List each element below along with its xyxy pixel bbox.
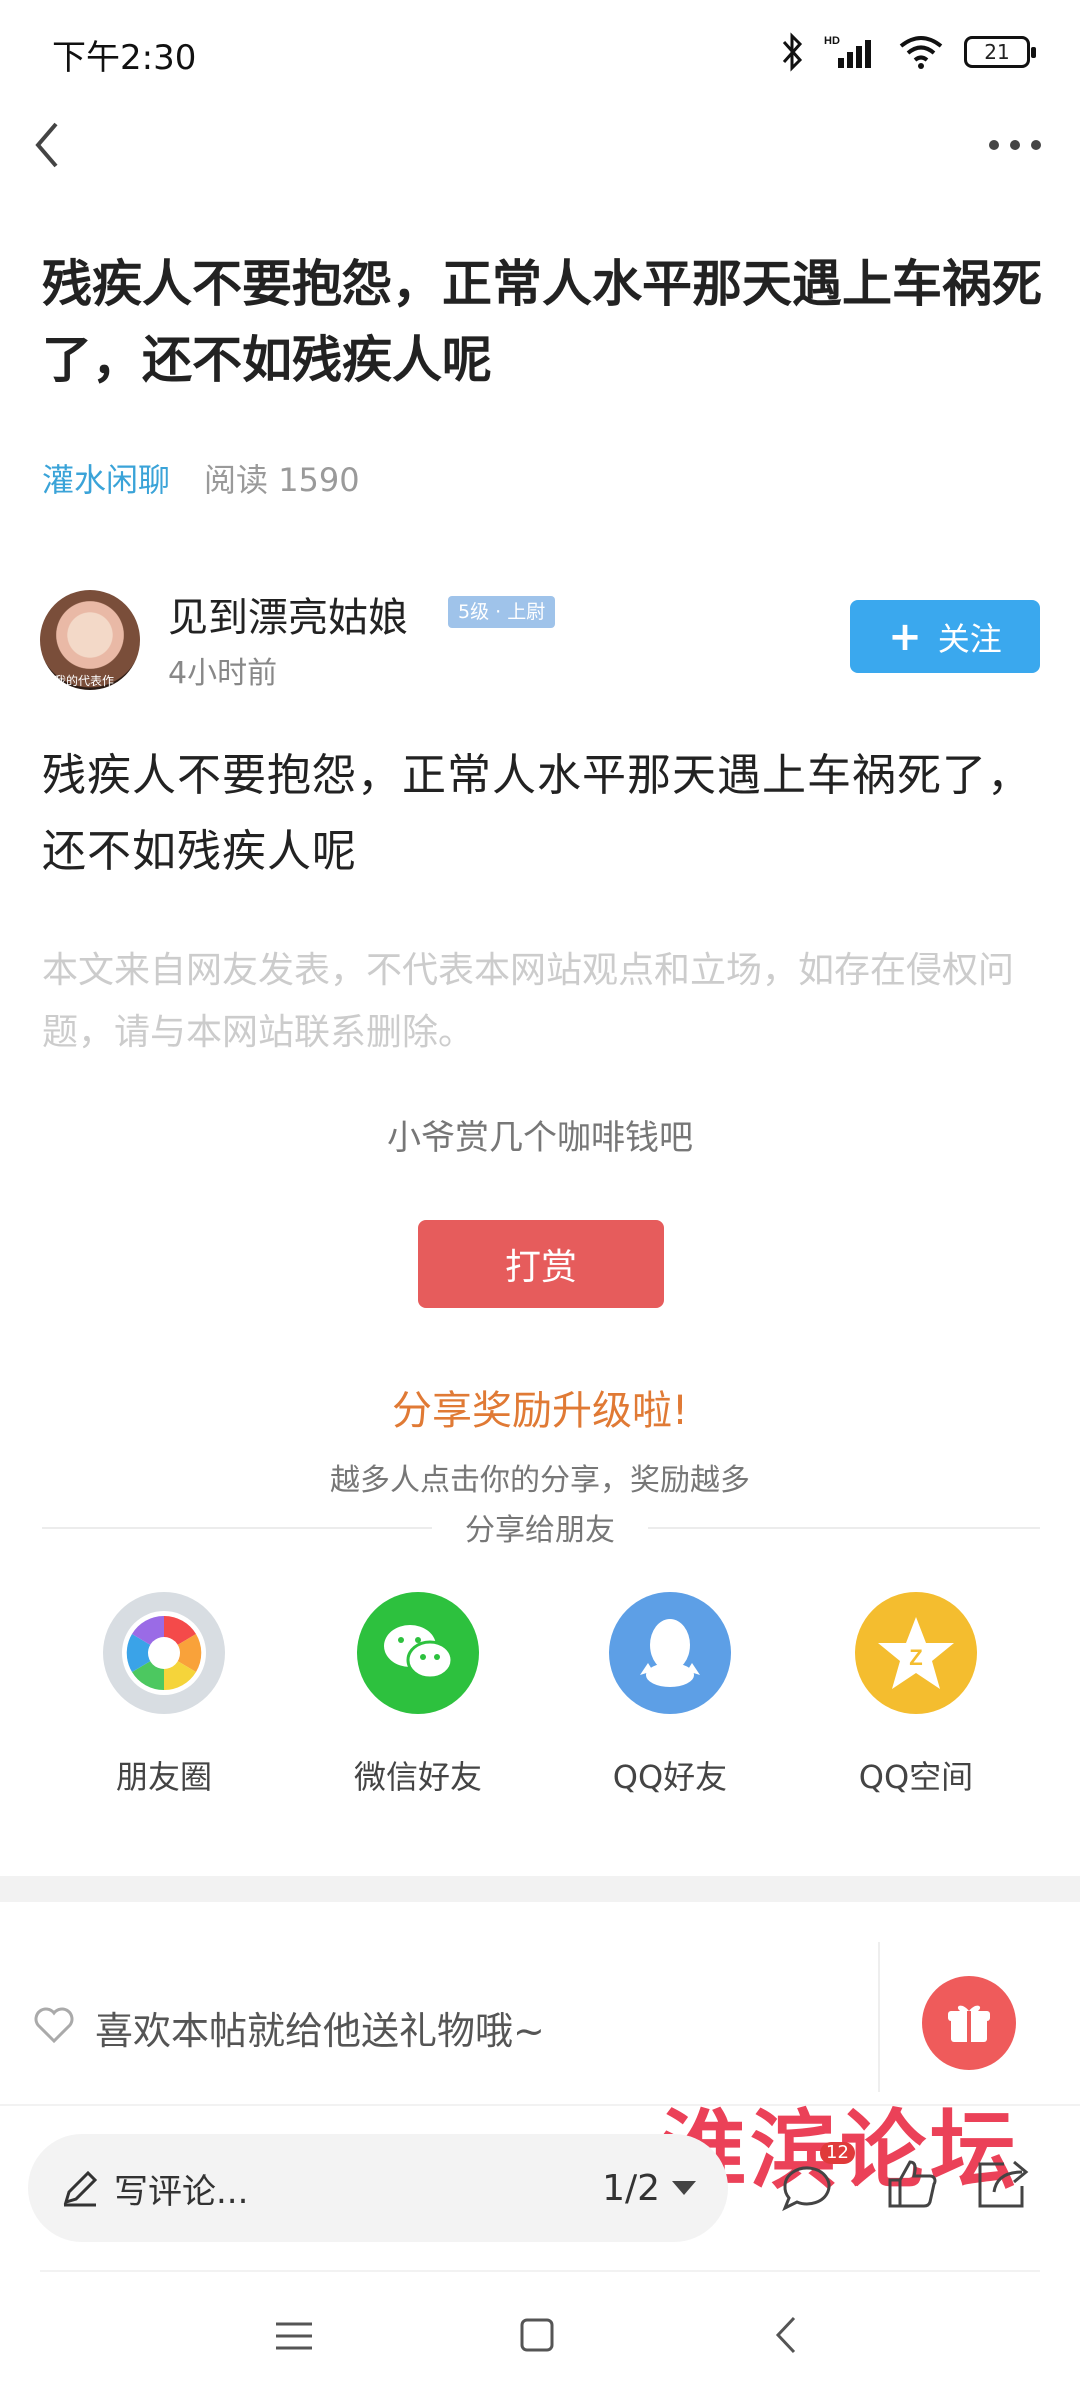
share-title: 分享奖励升级啦! — [391, 1388, 689, 1434]
share-moments-button[interactable]: 朋友圈 — [74, 1592, 254, 1798]
gift-button[interactable] — [922, 1976, 1016, 2070]
share-subtitle: 越多人点击你的分享，奖励越多 — [330, 1463, 750, 1498]
share-label: 朋友圈 — [115, 1758, 212, 1796]
status-time: 下午2:30 — [52, 38, 197, 78]
author-level-badge: 5级 · 上尉 — [448, 596, 556, 628]
heart-icon[interactable] — [32, 2005, 76, 2045]
share-to-label: 分享给朋友 — [465, 1513, 615, 1548]
comment-placeholder: 写评论... — [114, 2171, 249, 2212]
chevron-down-icon — [672, 2181, 696, 2195]
comment-count-badge: 12 — [820, 2142, 855, 2164]
wifi-icon — [899, 36, 943, 69]
battery-icon: 21 — [964, 36, 1036, 68]
wechat-icon — [357, 1592, 479, 1714]
signal-hd-icon: HD — [824, 35, 871, 68]
author-name[interactable]: 见到漂亮姑娘 — [168, 585, 408, 643]
page-indicator-text: 1/2 — [602, 2167, 660, 2209]
follow-label: 关注 — [937, 619, 1002, 658]
share-label: 微信好友 — [353, 1758, 482, 1796]
share-icon[interactable] — [974, 2156, 1032, 2212]
disclaimer: 本文来自网友发表，不代表本网站观点和立场，如存在侵权问题，请与本网站联系删除。 — [42, 950, 1015, 1053]
moments-icon — [103, 1592, 225, 1714]
tip-button[interactable]: 打赏 — [418, 1220, 664, 1308]
plus-icon: + — [888, 613, 922, 660]
post-body: 残疾人不要抱怨，正常人水平那天遇上车祸死了，还不如残疾人呢 — [42, 750, 1032, 877]
category-link[interactable]: 灌水闲聊 — [42, 455, 170, 501]
more-dots-icon[interactable] — [980, 120, 1050, 170]
post-meta: 灌水闲聊 阅读 1590 — [42, 455, 360, 501]
comment-input[interactable]: 写评论... 1/2 — [28, 2134, 728, 2242]
section-divider — [0, 1876, 1080, 1902]
svg-text:HD: HD — [824, 35, 840, 47]
home-square-icon[interactable] — [518, 2316, 556, 2354]
follow-button[interactable]: + 关注 — [850, 600, 1040, 673]
share-label: QQ空间 — [858, 1758, 974, 1796]
nav-back-icon[interactable] — [770, 2312, 800, 2358]
svg-text:Z: Z — [909, 1645, 922, 1670]
post-title: 残疾人不要抱怨，正常人水平那天遇上车祸死了，还不如残疾人呢 — [42, 255, 1042, 389]
divider — [878, 1942, 880, 2092]
gift-prompt: 喜欢本帖就给他送礼物哦~ — [95, 2009, 545, 2053]
avatar-caption: 我的代表作 — [54, 674, 115, 688]
qzone-icon: Z — [855, 1592, 977, 1714]
back-chevron-icon[interactable] — [20, 110, 90, 180]
bluetooth-icon — [782, 32, 803, 72]
post-time: 4小时前 — [168, 656, 278, 691]
gift-icon — [948, 2005, 990, 2042]
qq-icon — [609, 1592, 731, 1714]
share-qzone-button[interactable]: Z QQ空间 — [826, 1592, 1006, 1798]
read-count: 阅读 1590 — [204, 461, 360, 499]
share-wechat-button[interactable]: 微信好友 — [328, 1592, 508, 1798]
like-icon[interactable] — [884, 2156, 940, 2212]
tip-hint: 小爷赏几个咖啡钱吧 — [387, 1118, 693, 1158]
divider — [40, 2270, 1040, 2272]
share-label: QQ好友 — [612, 1758, 728, 1796]
menu-icon[interactable] — [272, 2318, 316, 2354]
pencil-icon — [63, 2170, 98, 2207]
page-indicator[interactable]: 1/2 — [602, 2168, 696, 2209]
battery-level: 21 — [984, 40, 1010, 64]
comment-icon[interactable] — [775, 2156, 835, 2216]
status-icons: HD 21 — [780, 30, 1036, 74]
share-qq-button[interactable]: QQ好友 — [580, 1592, 760, 1798]
